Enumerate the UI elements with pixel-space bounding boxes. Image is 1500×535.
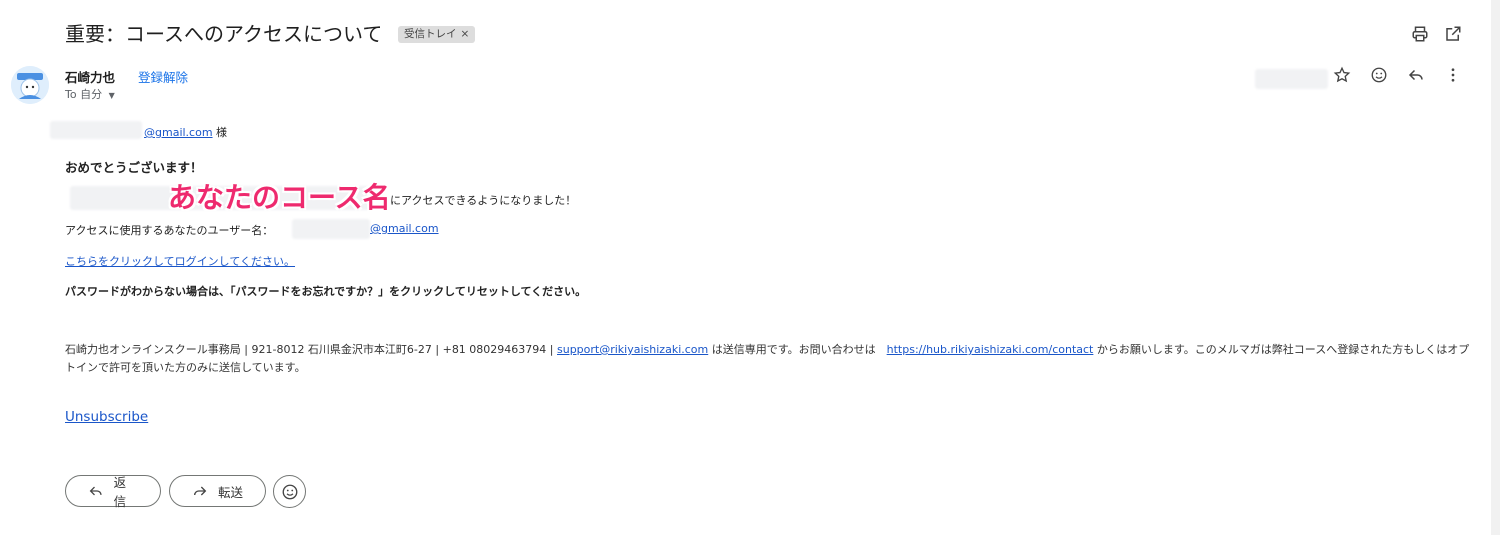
reply-icon[interactable] (1404, 63, 1428, 87)
footer-text: 石崎力也オンラインスクール事務局 | 921-8012 石川県金沢市本江町6-2… (65, 341, 1470, 377)
footer-support-email-link[interactable]: support@rikiyaishizaki.com (557, 343, 708, 356)
username-email-wrap: @gmail.com (370, 222, 439, 235)
footer-part-2: は送信専用です。お問い合わせは (708, 343, 887, 356)
open-in-new-icon[interactable] (1441, 22, 1465, 46)
label-chip-close-icon[interactable]: × (461, 28, 470, 40)
reply-arrow-icon (89, 486, 102, 496)
congrats-text: おめでとうございます！ (65, 160, 203, 175)
footer-contact-link[interactable]: https://hub.rikiyaishizaki.com/contact (887, 343, 1094, 356)
more-vert-icon[interactable] (1441, 63, 1465, 87)
emoji-icon[interactable] (1367, 63, 1391, 87)
label-chip-inbox[interactable]: 受信トレイ × (398, 26, 476, 43)
to-label: To 自分 (65, 88, 103, 101)
sender-name: 石崎力也 (65, 70, 116, 85)
star-icon[interactable] (1330, 63, 1354, 87)
reply-button-label: 返信 (113, 475, 127, 509)
redacted-timestamp (1255, 69, 1328, 89)
username-label: アクセスに使用するあなたのユーザー名： (65, 224, 274, 237)
forward-button[interactable]: 転送 (169, 475, 266, 507)
greeting-suffix: 様 (212, 126, 228, 139)
reply-button[interactable]: 返信 (65, 475, 161, 509)
forward-arrow-icon (194, 486, 207, 496)
recipient-dropdown[interactable]: To 自分 ▼ (65, 86, 115, 102)
access-text: にアクセスできるようになりました！ (390, 194, 577, 207)
caret-down-icon: ▼ (108, 91, 115, 100)
vertical-scrollbar[interactable] (1491, 0, 1500, 535)
username-email-link[interactable]: @gmail.com (370, 222, 439, 235)
password-note: パスワードがわからない場合は、「パスワードをお忘れですか？」をクリックしてリセッ… (65, 285, 587, 298)
footer-unsubscribe-link[interactable]: Unsubscribe (65, 409, 148, 425)
forward-button-label: 転送 (218, 484, 244, 500)
greeting-line: @gmail.com 様 (144, 124, 227, 140)
emoji-reaction-icon (282, 484, 297, 499)
print-icon[interactable] (1408, 22, 1432, 46)
login-link-wrap: こちらをクリックしてログインしてください。 (65, 253, 295, 269)
redacted-recipient-name (50, 121, 142, 139)
footer-part-1: 石崎力也オンラインスクール事務局 | 921-8012 石川県金沢市本江町6-2… (65, 343, 557, 356)
footer-unsubscribe-wrap: Unsubscribe (65, 409, 148, 425)
login-link[interactable]: こちらをクリックしてログインしてください。 (65, 255, 295, 268)
label-chip-text: 受信トレイ (404, 28, 457, 40)
email-subject: 重要：コースへのアクセスについて (65, 22, 383, 46)
emoji-reaction-button[interactable] (273, 475, 306, 508)
greeting-email-link[interactable]: @gmail.com (144, 126, 213, 139)
course-name-overlay: あなたのコース名 (168, 181, 391, 214)
avatar[interactable] (11, 66, 49, 104)
redacted-username (292, 219, 370, 239)
unsubscribe-link[interactable]: 登録解除 (138, 67, 188, 86)
